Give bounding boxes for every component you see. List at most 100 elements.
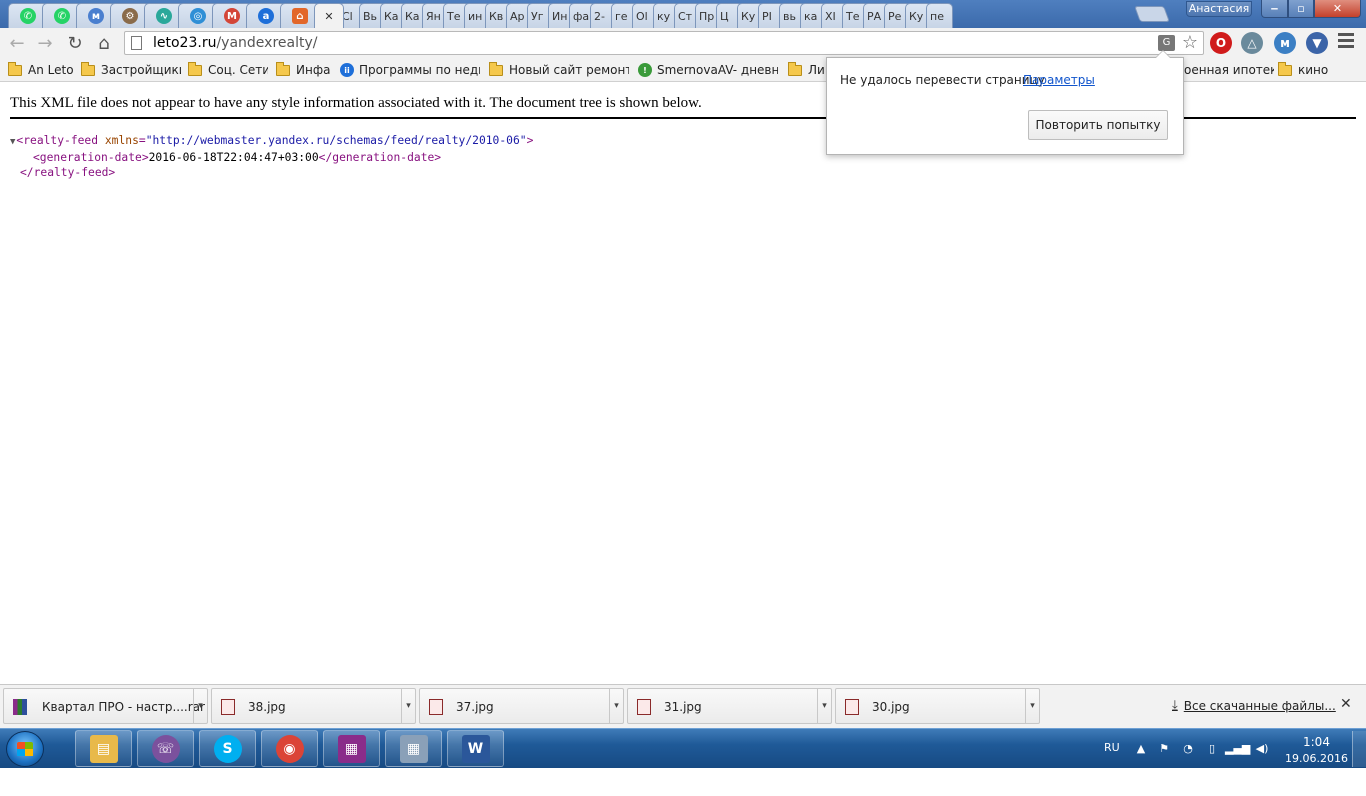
moy-mir-extension-icon[interactable]: м <box>1274 32 1296 54</box>
a-tab-icon: a <box>258 8 274 24</box>
close-tab-icon[interactable]: ✕ <box>324 10 333 23</box>
sync-icon[interactable]: ◔ <box>1181 742 1195 756</box>
collapse-toggle-icon[interactable]: ▼ <box>10 137 15 147</box>
tab-title: XI <box>825 9 836 23</box>
bookmark-item[interactable]: Застройщики <box>81 62 181 78</box>
network-signal-icon[interactable]: ▂▄▆ <box>1225 742 1250 756</box>
tray-expand-icon[interactable]: ▲ <box>1134 742 1148 756</box>
start-button[interactable] <box>6 731 44 767</box>
image-file-icon <box>429 699 443 715</box>
bookmark-label: SmernovaAV- дневни <box>657 63 778 77</box>
opera-extension-icon[interactable]: O <box>1210 32 1232 54</box>
image-file-icon <box>221 699 235 715</box>
download-menu-chevron-icon[interactable]: ▾ <box>609 689 623 723</box>
action-center-flag-icon[interactable]: ⚑ <box>1157 742 1171 756</box>
download-item[interactable]: Квартал ПРО - настр....rar ▾ <box>3 688 208 724</box>
bookmark-star-icon[interactable]: ☆ <box>1182 32 1198 53</box>
forward-button[interactable]: → <box>33 32 57 54</box>
taskbar-button[interactable]: ☏ <box>137 730 194 767</box>
tab[interactable]: пе <box>926 3 953 28</box>
menu-icon[interactable] <box>1338 33 1354 51</box>
bookmark-item[interactable]: An Leto <box>8 62 78 78</box>
taskbar-button[interactable]: S <box>199 730 256 767</box>
tab-title: Ар <box>510 9 525 23</box>
download-menu-chevron-icon[interactable]: ▾ <box>817 689 831 723</box>
download-menu-chevron-icon[interactable]: ▾ <box>193 689 207 723</box>
bookmark-item[interactable]: ! SmernovaAV- дневни <box>638 62 778 78</box>
word-taskbar-icon: W <box>461 734 490 763</box>
tab-title: Ин <box>552 9 568 23</box>
show-desktop-button[interactable] <box>1352 731 1366 767</box>
url-host: leto23.ru <box>153 35 217 51</box>
home-button[interactable]: ⌂ <box>92 32 116 54</box>
taskbar-button[interactable]: W <box>447 730 504 767</box>
reload-button[interactable]: ↻ <box>63 32 87 54</box>
download-item[interactable]: 30.jpg ▾ <box>835 688 1040 724</box>
xml-tree: ▼<realty-feed xmlns="http://webmaster.ya… <box>10 133 533 180</box>
bookmark-item[interactable]: ii Программы по недв <box>340 62 480 78</box>
url-text: leto23.ru/yandexrealty/ <box>153 35 317 51</box>
minimize-button[interactable]: ‒ <box>1261 0 1288 18</box>
folder-icon <box>489 62 503 76</box>
bookmark-item[interactable]: Соц. Сети <box>188 62 268 78</box>
triangle-extension-icon[interactable]: △ <box>1241 32 1263 54</box>
download-menu-chevron-icon[interactable]: ▾ <box>401 689 415 723</box>
explorer-taskbar-icon: ▤ <box>89 734 118 763</box>
taskbar-button[interactable]: ▦ <box>385 730 442 767</box>
maximize-button[interactable]: ▫ <box>1288 0 1314 18</box>
whatsapp-tab-icon-2: ✆ <box>54 8 70 24</box>
home-tab-icon: ⌂ <box>292 8 308 24</box>
retry-button[interactable]: Повторить попытку <box>1028 110 1168 140</box>
profile-button[interactable]: Анастасия <box>1186 1 1252 17</box>
tab-title: Ку <box>741 9 756 23</box>
page-icon <box>131 36 142 50</box>
close-shelf-button[interactable]: ✕ <box>1340 696 1352 712</box>
xml-tag: </generation-date> <box>318 151 442 164</box>
bookmark-item[interactable]: Инфа <box>276 62 336 78</box>
active-tab[interactable]: ✕ <box>314 3 344 28</box>
back-button[interactable]: ← <box>5 32 29 54</box>
download-filename: Квартал ПРО - настр....rar <box>42 700 205 714</box>
taskbar-button[interactable]: ◉ <box>261 730 318 767</box>
xml-tag: </realty-feed> <box>20 166 116 179</box>
download-filename: 38.jpg <box>248 700 286 714</box>
tab-title: РА <box>867 9 882 23</box>
shield-extension-icon[interactable]: ▼ <box>1306 32 1328 54</box>
pulse-tab-icon: ∿ <box>156 8 172 24</box>
windows-logo-icon <box>17 742 33 756</box>
translate-settings-link[interactable]: Параметры <box>1023 73 1095 87</box>
address-bar[interactable]: leto23.ru/yandexrealty/ G ☆ <box>124 31 1204 55</box>
all-downloads-link[interactable]: ⤓ Все скачанные файлы... <box>1172 698 1336 713</box>
tab-title: пе <box>930 9 944 23</box>
tab-title: Ц <box>720 9 729 23</box>
download-item[interactable]: 37.jpg ▾ <box>419 688 624 724</box>
volume-icon[interactable]: ◀) <box>1253 742 1271 756</box>
xml-tag: <generation-date> <box>33 151 149 164</box>
xml-tag-end: > <box>526 134 534 147</box>
tab-title: ку <box>657 9 671 23</box>
bookmark-label: Лич <box>808 63 824 77</box>
close-window-button[interactable]: ✕ <box>1314 0 1361 18</box>
url-path: /yandexrealty/ <box>216 35 318 51</box>
bookmark-item[interactable]: Новый сайт ремонта <box>489 62 629 78</box>
bookmark-item[interactable]: оенная ипотек <box>1184 62 1274 78</box>
new-tab-button[interactable] <box>1134 6 1170 22</box>
download-item[interactable]: 38.jpg ▾ <box>211 688 416 724</box>
tab-title: Те <box>846 9 860 23</box>
xml-root-close-line: </realty-feed> <box>10 165 533 180</box>
tab-title: ка <box>804 9 818 23</box>
bookmark-label: An Leto <box>28 63 74 77</box>
taskbar-button[interactable]: ▤ <box>75 730 132 767</box>
language-indicator[interactable]: RU <box>1104 741 1120 754</box>
download-item[interactable]: 31.jpg ▾ <box>627 688 832 724</box>
download-shelf: Квартал ПРО - настр....rar ▾ 38.jpg ▾ 37.jpg… <box>0 684 1366 728</box>
clock-time[interactable]: 1:04 <box>1303 735 1330 749</box>
bookmark-item[interactable]: Лич <box>788 62 824 78</box>
download-menu-chevron-icon[interactable]: ▾ <box>1025 689 1039 723</box>
clock-date[interactable]: 19.06.2016 <box>1285 752 1348 765</box>
translate-icon[interactable]: G <box>1158 35 1175 51</box>
bookmark-item[interactable]: кино <box>1278 62 1338 78</box>
translate-error-bubble: Не удалось перевести страницу Параметры … <box>826 50 1184 155</box>
battery-icon[interactable]: ▯ <box>1205 742 1219 756</box>
taskbar-button[interactable]: ▦ <box>323 730 380 767</box>
